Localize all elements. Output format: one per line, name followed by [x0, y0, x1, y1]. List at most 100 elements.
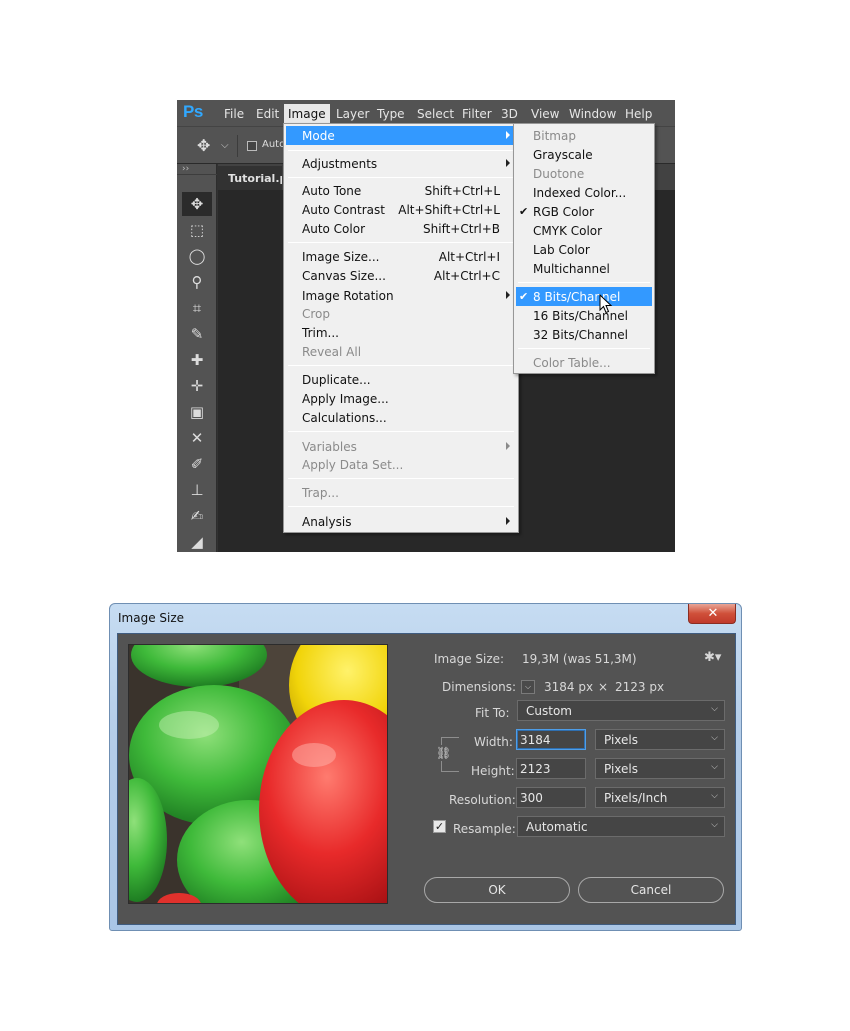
- menu-help[interactable]: Help: [625, 107, 652, 121]
- resample-label: Resample:: [453, 822, 516, 836]
- history-brush-tool-icon[interactable]: ✍: [182, 504, 212, 528]
- menu-item-auto-tone[interactable]: Auto Tone Shift+Ctrl+L: [286, 181, 516, 200]
- submenu-item-cmyk-color[interactable]: CMYK Color: [516, 221, 652, 240]
- height-input[interactable]: 2123: [516, 758, 586, 779]
- marquee-tool-icon[interactable]: ⬚: [182, 218, 212, 242]
- menu-view[interactable]: View: [531, 107, 559, 121]
- resample-checkbox[interactable]: ✓: [433, 820, 446, 833]
- menu-item-image-size[interactable]: Image Size... Alt+Ctrl+I: [286, 247, 516, 266]
- mode-submenu: Bitmap Grayscale Duotone Indexed Color..…: [513, 123, 655, 374]
- chevron-down-icon[interactable]: ⌵: [221, 140, 229, 151]
- patch-tool-icon[interactable]: ▣: [182, 400, 212, 424]
- menu-item-shortcut: Shift+Ctrl+L: [424, 184, 500, 198]
- ok-button[interactable]: OK: [424, 877, 570, 903]
- eraser-tool-icon[interactable]: ◢: [182, 530, 212, 552]
- resolution-input[interactable]: 300: [516, 787, 586, 808]
- menu-item-variables: Variables: [286, 437, 516, 456]
- menu-item-label: Trap...: [302, 486, 339, 500]
- link-icon[interactable]: ⛓: [436, 745, 451, 761]
- photoshop-logo: Ps: [183, 102, 203, 121]
- menu-select[interactable]: Select: [417, 107, 454, 121]
- menu-item-auto-contrast[interactable]: Auto Contrast Alt+Shift+Ctrl+L: [286, 200, 516, 219]
- fit-to-select[interactable]: Custom ⌵: [517, 700, 725, 721]
- submenu-item-color-table: Color Table...: [516, 353, 652, 372]
- move-tool-icon[interactable]: ✥: [182, 192, 212, 216]
- menu-layer[interactable]: Layer: [336, 107, 369, 121]
- menu-item-trim[interactable]: Trim...: [286, 323, 516, 342]
- content-aware-move-tool-icon[interactable]: ✕: [182, 426, 212, 450]
- menu-separator: [288, 177, 514, 178]
- menu-file[interactable]: File: [224, 107, 244, 121]
- menu-item-calculations[interactable]: Calculations...: [286, 408, 516, 427]
- width-input[interactable]: 3184: [516, 729, 586, 750]
- menu-item-duplicate[interactable]: Duplicate...: [286, 370, 516, 389]
- menu-item-apply-image[interactable]: Apply Image...: [286, 389, 516, 408]
- gear-icon[interactable]: ✱▾: [704, 650, 721, 665]
- menu-item-label: Calculations...: [302, 411, 387, 425]
- menu-item-auto-color[interactable]: Auto Color Shift+Ctrl+B: [286, 219, 516, 238]
- menu-item-mode[interactable]: Mode: [286, 126, 516, 145]
- menu-item-shortcut: Alt+Shift+Ctrl+L: [398, 203, 500, 217]
- image-size-label: Image Size:: [434, 652, 505, 666]
- width-unit-select[interactable]: Pixels ⌵: [595, 729, 725, 750]
- submenu-item-32-bits[interactable]: 32 Bits/Channel: [516, 325, 652, 344]
- lasso-tool-icon[interactable]: ◯: [182, 244, 212, 268]
- chevron-down-icon: ⌵: [711, 762, 718, 772]
- submenu-arrow-icon: [506, 442, 510, 450]
- submenu-item-label: 32 Bits/Channel: [533, 328, 628, 342]
- dimensions-unit-dropdown[interactable]: ⌵: [521, 680, 535, 694]
- menu-3d[interactable]: 3D: [501, 107, 518, 121]
- submenu-item-label: Grayscale: [533, 148, 593, 162]
- auto-select-checkbox[interactable]: [247, 141, 257, 151]
- options-divider: [237, 135, 238, 157]
- submenu-item-label: Bitmap: [533, 129, 576, 143]
- menu-item-shortcut: Alt+Ctrl+I: [438, 250, 500, 264]
- submenu-item-lab-color[interactable]: Lab Color: [516, 240, 652, 259]
- image-preview[interactable]: [128, 644, 388, 904]
- resample-select[interactable]: Automatic ⌵: [517, 816, 725, 837]
- crop-tool-icon[interactable]: ⌗: [182, 296, 212, 320]
- document-tab[interactable]: Tutorial.psd: [218, 166, 282, 190]
- submenu-item-label: Indexed Color...: [533, 186, 627, 200]
- menu-item-analysis[interactable]: Analysis: [286, 512, 516, 531]
- submenu-item-indexed-color[interactable]: Indexed Color...: [516, 183, 652, 202]
- submenu-item-8-bits[interactable]: ✔ 8 Bits/Channel: [516, 287, 652, 306]
- move-tool-icon[interactable]: ✥: [197, 136, 210, 155]
- close-icon: ✕: [707, 606, 719, 621]
- eyedropper-tool-icon[interactable]: ✎: [182, 322, 212, 346]
- image-menu: Mode Adjustments Auto Tone Shift+Ctrl+L …: [283, 123, 519, 533]
- cancel-button[interactable]: Cancel: [578, 877, 724, 903]
- menu-item-canvas-size[interactable]: Canvas Size... Alt+Ctrl+C: [286, 266, 516, 285]
- menu-item-trap: Trap...: [286, 483, 516, 502]
- submenu-item-multichannel[interactable]: Multichannel: [516, 259, 652, 278]
- close-button[interactable]: ✕: [688, 604, 736, 624]
- menu-item-adjustments[interactable]: Adjustments: [286, 154, 516, 173]
- menu-filter[interactable]: Filter: [462, 107, 492, 121]
- menu-item-crop: Crop: [286, 304, 516, 323]
- resolution-unit-select[interactable]: Pixels/Inch ⌵: [595, 787, 725, 808]
- submenu-separator: [518, 282, 650, 283]
- spot-healing-tool-icon[interactable]: ✚: [182, 348, 212, 372]
- healing-brush-tool-icon[interactable]: ✛: [182, 374, 212, 398]
- menu-item-label: Auto Tone: [302, 184, 362, 198]
- menu-item-label: Crop: [302, 307, 331, 321]
- dimensions-times-sign: ×: [598, 680, 609, 694]
- menu-window[interactable]: Window: [569, 107, 616, 121]
- brush-tool-icon[interactable]: ✐: [182, 452, 212, 476]
- submenu-arrow-icon: [506, 291, 510, 299]
- submenu-item-label: Color Table...: [533, 356, 611, 370]
- submenu-item-16-bits[interactable]: 16 Bits/Channel: [516, 306, 652, 325]
- clone-stamp-tool-icon[interactable]: ⊥: [182, 478, 212, 502]
- menu-item-image-rotation[interactable]: Image Rotation: [286, 286, 516, 305]
- menu-edit[interactable]: Edit: [256, 107, 279, 121]
- submenu-item-grayscale[interactable]: Grayscale: [516, 145, 652, 164]
- submenu-item-rgb-color[interactable]: ✔ RGB Color: [516, 202, 652, 221]
- quick-selection-tool-icon[interactable]: ⚲: [182, 270, 212, 294]
- menu-image[interactable]: Image: [284, 104, 330, 125]
- collapse-icon[interactable]: ››: [182, 164, 189, 174]
- menu-type[interactable]: Type: [377, 107, 405, 121]
- submenu-item-label: RGB Color: [533, 205, 595, 219]
- auto-select-label: Auto: [262, 139, 286, 150]
- submenu-arrow-icon: [506, 159, 510, 167]
- height-unit-select[interactable]: Pixels ⌵: [595, 758, 725, 779]
